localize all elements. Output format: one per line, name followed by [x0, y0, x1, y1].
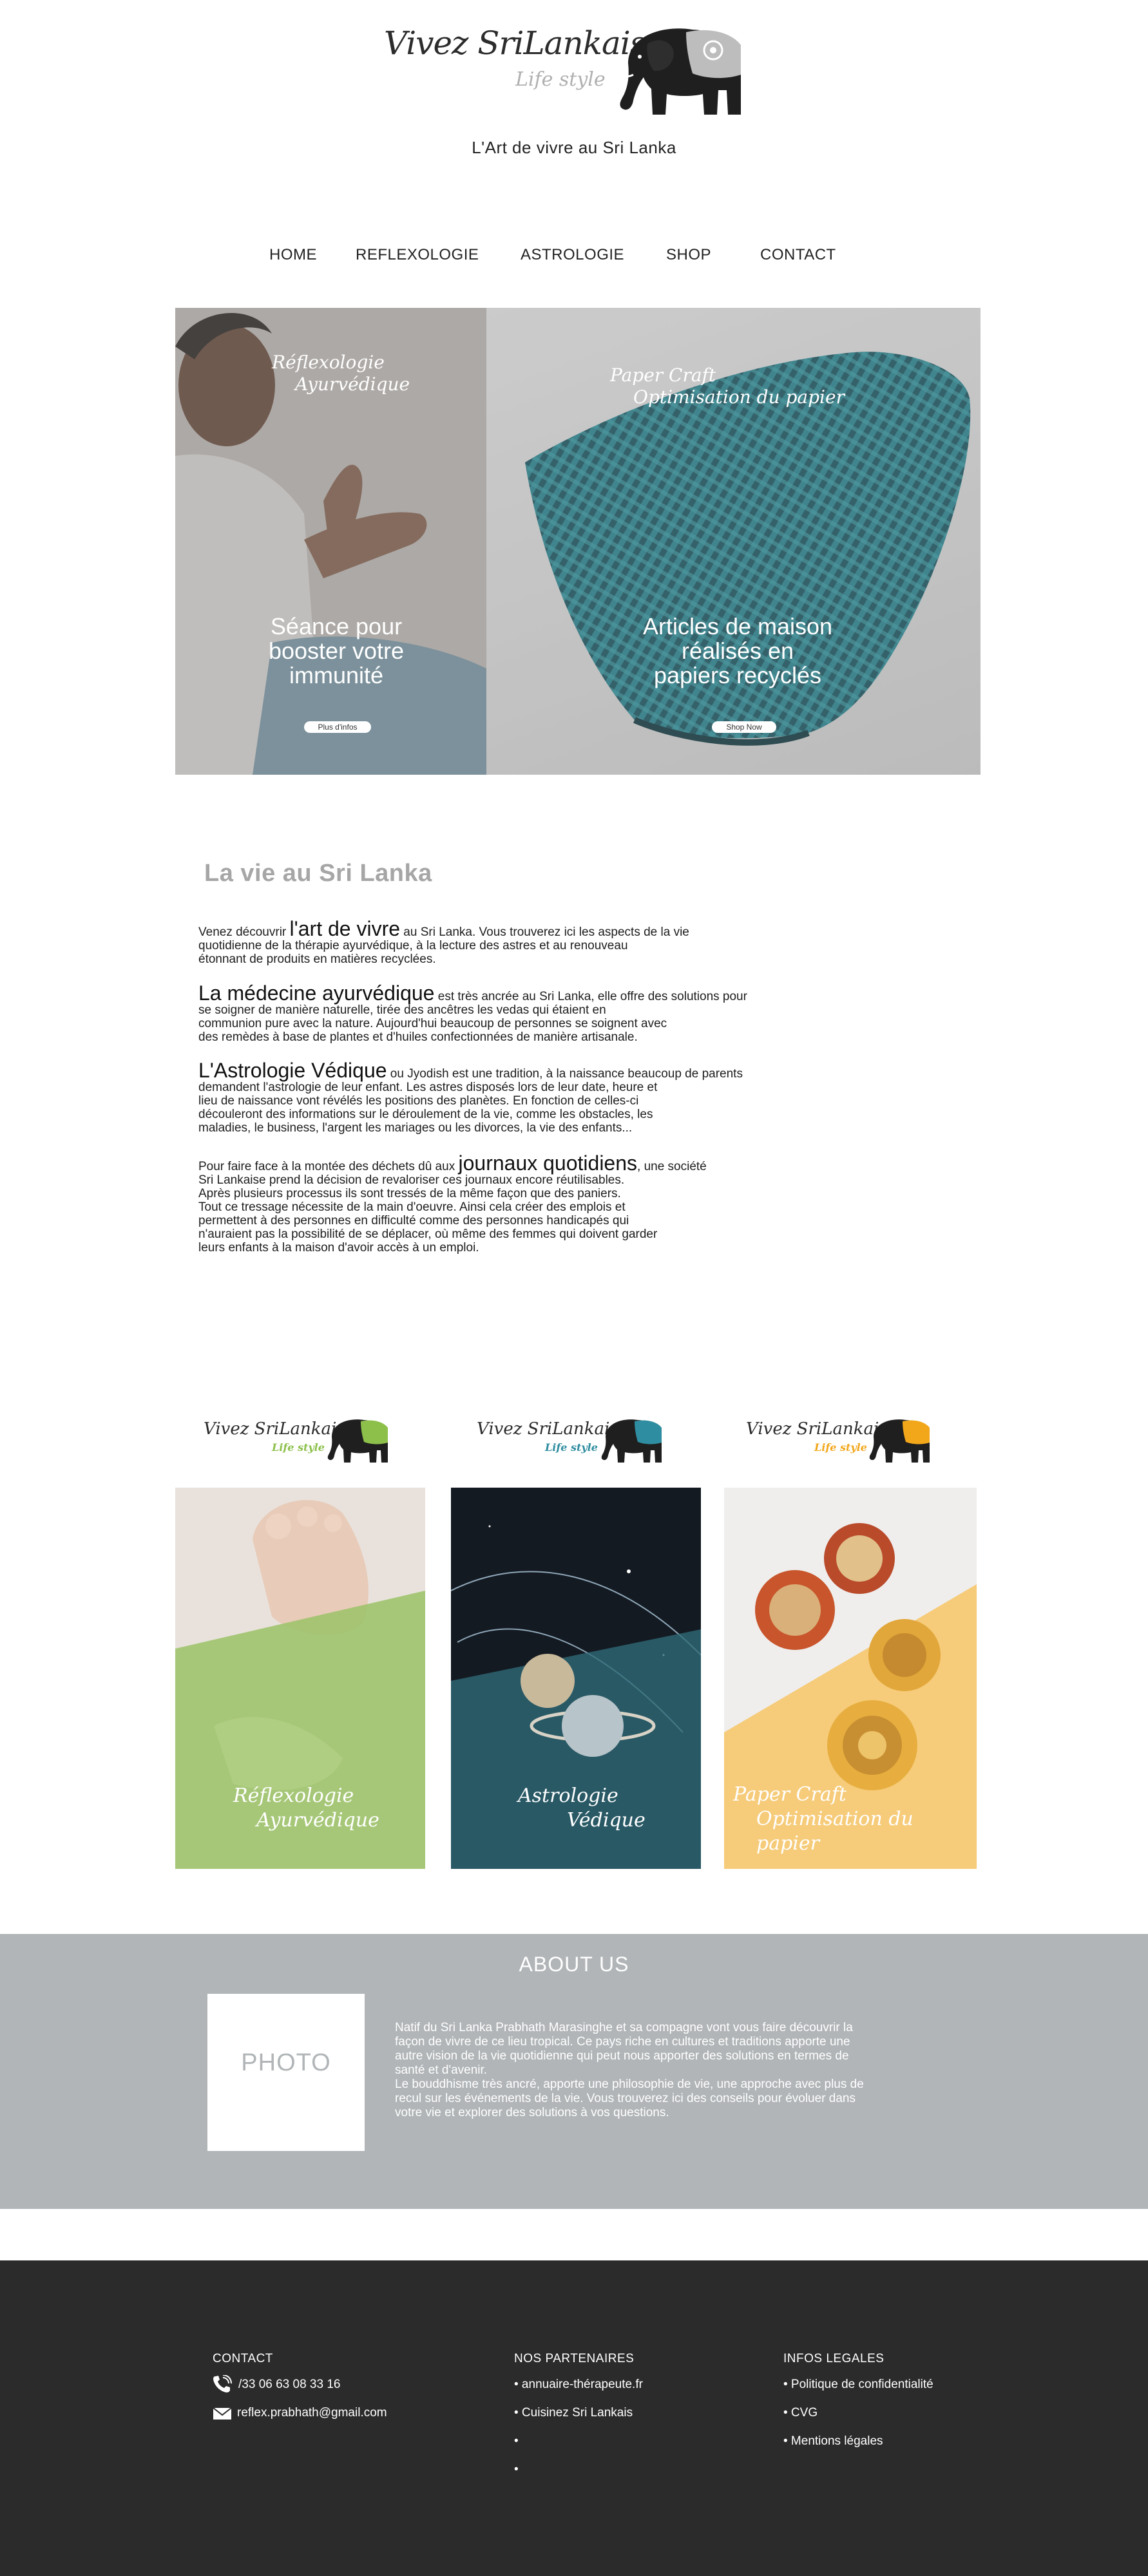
legal-link-cvg[interactable]: • CVG [783, 2406, 818, 2420]
card3-caption-line2: Optimisation du papier [756, 1808, 914, 1855]
nav-contact[interactable]: CONTACT [760, 246, 836, 264]
about-line: santé et d'avenir. [395, 2063, 488, 2077]
about-line: Natif du Sri Lanka Prabhath Marasinghe e… [395, 2021, 853, 2034]
hero-right-headline-line2: réalisés en [681, 638, 794, 664]
partner-link[interactable]: • Cuisinez Sri Lankais [514, 2406, 633, 2420]
footer-phone[interactable]: /33 06 63 08 33 16 [238, 2378, 340, 2392]
p1-line1: au Sri Lanka. Vous trouverez ici les asp… [400, 925, 689, 939]
footer-legal-heading: INFOS LEGALES [783, 2352, 885, 2365]
brand-subtitle: Life style [515, 68, 606, 91]
partner-link[interactable]: • [514, 2434, 519, 2448]
p2-line3: communion pure avec la nature. Aujourd'h… [198, 1017, 667, 1030]
photo-label: PHOTO [241, 2049, 331, 2076]
about-photo-placeholder: PHOTO [207, 1994, 365, 2151]
plus-infos-button[interactable]: Plus d'infos [304, 721, 371, 733]
hero-left-headline-line2: booster votre [268, 638, 405, 664]
p4-highlight: journaux quotidiens [458, 1151, 638, 1175]
hero-left-script-line2: Ayurvédique [295, 374, 410, 395]
card1-caption-line1: Réflexologie [233, 1785, 354, 1807]
p4-line2: Sri Lankaise prend la décision de revalo… [198, 1173, 625, 1187]
p1-highlight: l'art de vivre [289, 917, 401, 940]
card-reflexology[interactable]: Réflexologie Ayurvédique [175, 1488, 425, 1869]
p2-line4: des remèdes à base de plantes et d'huile… [198, 1030, 638, 1044]
hero-left-script-line1: Réflexologie [272, 352, 385, 373]
shop-now-button[interactable]: Shop Now [712, 721, 776, 733]
p3-line1: ou Jyodish est une tradition, à la naiss… [387, 1067, 743, 1081]
tagline: L'Art de vivre au Sri Lanka [472, 138, 676, 157]
p4-pre: Pour faire face à la montée des déchets … [198, 1160, 459, 1173]
card3-logo-subtitle: Life style [814, 1441, 867, 1454]
about-line: recul sur les événements de la vie. Vous… [395, 2092, 856, 2105]
card-papercraft[interactable]: Paper Craft Optimisation du papier [724, 1488, 977, 1869]
section-title: La vie au Sri Lanka [204, 860, 432, 887]
hero-left-headline-line3: immunité [289, 662, 384, 688]
hero-right-script-line1: Paper Craft [610, 365, 716, 386]
intro-paragraph-3: L'Astrologie Védique ou Jyodish est une … [198, 1060, 875, 1135]
about-line: façon de vivre de ce lieu tropical. Ce p… [395, 2035, 850, 2049]
partner-link[interactable]: • annuaire-thérapeute.fr [514, 2378, 643, 2392]
card2-caption-line2: Védique [567, 1809, 646, 1832]
elephant-blue-icon [601, 1419, 662, 1463]
intro-paragraph-1: Venez découvrir l'art de vivre au Sri La… [198, 918, 875, 966]
about-line: votre vie et explorer des solutions à vo… [395, 2106, 669, 2119]
p2-line1: est très ancrée au Sri Lanka, elle offre… [434, 990, 747, 1003]
p3-line4: découleront des informations sur le déro… [198, 1108, 653, 1121]
card2-logo-subtitle: Life style [545, 1441, 598, 1454]
p4-line1: , une société [637, 1160, 707, 1173]
legal-link-mentions[interactable]: • Mentions légales [783, 2434, 883, 2448]
p4-line4: Tout ce tressage nécessite de la main d'… [198, 1200, 626, 1214]
hero-right-headline-line3: papiers recyclés [653, 662, 822, 688]
nav-astrologie[interactable]: ASTROLOGIE [521, 246, 624, 264]
p3-line5: maladies, le business, l'argent les mari… [198, 1121, 633, 1135]
p4-line7: leurs enfants à la maison d'avoir accès … [198, 1241, 479, 1255]
hero-right-script-line2: Optimisation du papier [633, 386, 845, 408]
hero-right-overlay [486, 308, 981, 775]
elephant-yellow-icon [869, 1419, 930, 1463]
hero-right-headline-line1: Articles de maison [642, 613, 833, 639]
card-astrology[interactable]: Astrologie Védique [451, 1488, 701, 1869]
hero-reflexology-panel[interactable]: Réflexologie Ayurvédique Séance pour boo… [175, 308, 486, 775]
phone-icon [213, 2375, 232, 2392]
footer-email[interactable]: reflex.prabhath@gmail.com [237, 2406, 387, 2420]
partner-link[interactable]: • [514, 2463, 519, 2477]
nav-shop[interactable]: SHOP [666, 246, 711, 264]
p4-line3: Après plusieurs processus ils sont tress… [198, 1187, 621, 1200]
p4-line5: permettent à des personnes en difficulté… [198, 1214, 629, 1227]
p1-pre: Venez découvrir [198, 925, 290, 939]
p2-line2: se soigner de manière naturelle, tirée d… [198, 1003, 606, 1017]
about-title: ABOUT US [519, 1953, 629, 1976]
p3-line3: lieu de naissance vont révélés les posit… [198, 1094, 639, 1108]
intro-paragraph-4: Pour faire face à la montée des déchets … [198, 1153, 875, 1255]
hero-left-headline-line1: Séance pour [270, 613, 403, 639]
about-text: Natif du Sri Lanka Prabhath Marasinghe e… [395, 2021, 962, 2120]
card1-logo-subtitle: Life style [272, 1441, 325, 1454]
nav-reflexologie[interactable]: REFLEXOLOGIE [356, 246, 479, 264]
about-line: autre vision de la vie quotidienne qui p… [395, 2049, 849, 2063]
elephant-green-icon [327, 1419, 388, 1463]
footer-partners-heading: NOS PARTENAIRES [514, 2352, 635, 2365]
footer-contact-heading: CONTACT [213, 2352, 273, 2365]
main-navigation: HOME REFLEXOLOGIE ASTROLOGIE SHOP CONTAC… [0, 246, 1148, 272]
p4-line6: n'auraient pas la possibilité de se dépl… [198, 1227, 658, 1241]
p1-line3: étonnant de produits en matières recyclé… [198, 952, 436, 966]
p3-highlight: L'Astrologie Védique [198, 1059, 387, 1082]
card3-caption-line1: Paper Craft [733, 1783, 847, 1806]
card2-caption-line1: Astrologie [518, 1785, 618, 1807]
p1-line2: quotidienne de la thérapie ayurvédique, … [198, 939, 628, 952]
hero-banner: Réflexologie Ayurvédique Séance pour boo… [175, 308, 981, 775]
intro-paragraph-2: La médecine ayurvédique est très ancrée … [198, 983, 875, 1044]
legal-link-privacy[interactable]: • Politique de confidentialité [783, 2378, 933, 2392]
elephant-logo-icon[interactable] [602, 18, 760, 121]
nav-home[interactable]: HOME [269, 246, 317, 264]
mail-icon [213, 2407, 232, 2420]
p2-highlight: La médecine ayurvédique [198, 981, 435, 1005]
about-line: Le bouddhisme très ancré, apporte une ph… [395, 2078, 864, 2091]
p3-line2: demandent l'astrologie de leur enfant. L… [198, 1081, 658, 1094]
hero-papercraft-panel[interactable]: Paper Craft Optimisation du papier Artic… [486, 308, 981, 775]
card1-caption-line2: Ayurvédique [256, 1809, 379, 1832]
